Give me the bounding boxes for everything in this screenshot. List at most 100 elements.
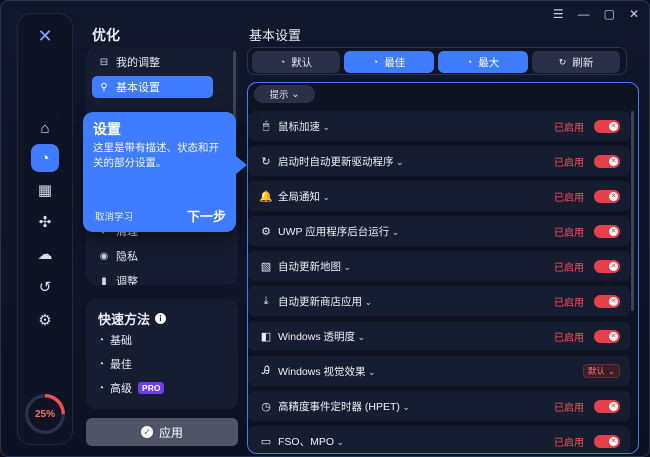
check-icon: ✓: [140, 426, 153, 438]
setting-dropdown[interactable]: 默认 ⌄: [582, 364, 620, 378]
menu-item-basic-settings[interactable]: ⚲ 基本设置: [92, 76, 213, 98]
home-icon[interactable]: ⌂: [31, 114, 59, 142]
menu-item-label: 我的调整: [116, 57, 160, 69]
setting-label[interactable]: UWP 应用程序后台运行: [278, 224, 399, 239]
maximize-icon[interactable]: ▢: [604, 7, 615, 21]
setting-row: ▧ 自动更新地图 已启用 ✕: [248, 251, 630, 281]
gear-icon[interactable]: ⚙: [31, 306, 59, 334]
fan-icon[interactable]: ✣: [31, 208, 59, 236]
chevron-down-icon: ⌄: [607, 365, 615, 376]
close-icon[interactable]: ✕: [629, 7, 639, 21]
skip-tutorial-link[interactable]: 取消学习: [95, 209, 133, 223]
close-icon: ✕: [609, 296, 618, 306]
setting-toggle[interactable]: ✕: [594, 189, 620, 203]
setting-status: 已启用: [554, 262, 584, 274]
tooltip-description: 这里是带有描述、状态和开关的部分设置。: [93, 142, 219, 169]
logo-icon: ✕: [37, 26, 53, 46]
next-step-button[interactable]: 下一步: [187, 206, 226, 225]
preset-best-button[interactable]: ◔ 最佳: [344, 51, 434, 73]
list-scrollbar[interactable]: [631, 111, 634, 311]
setting-label[interactable]: 自动更新商店应用: [278, 294, 372, 309]
hint-dropdown[interactable]: 提示 ⌄: [254, 85, 315, 103]
apply-button[interactable]: ✓ 应用: [86, 418, 238, 446]
setting-label[interactable]: 高精度事件定时器 (HPET): [278, 399, 410, 414]
history-icon[interactable]: ↺: [31, 273, 59, 301]
transparency-icon: ◧: [260, 330, 272, 343]
menu-item-adjust[interactable]: ▮ 调整: [92, 270, 213, 286]
setting-toggle[interactable]: ✕: [594, 224, 620, 238]
section-title: 优化: [92, 27, 120, 43]
setting-status: 已启用: [554, 192, 584, 204]
preset-default-button[interactable]: ◔ 默认: [252, 51, 340, 73]
close-icon: ✕: [609, 191, 618, 201]
refresh-icon: ↻: [558, 56, 567, 67]
menu-item-label: 基本设置: [116, 82, 160, 94]
preset-refresh-button[interactable]: ↻ 刷新: [532, 51, 620, 73]
close-icon: ✕: [609, 436, 618, 446]
gauge-icon: ◔: [98, 334, 105, 346]
apply-label: 应用: [158, 425, 183, 440]
apps-grid-icon[interactable]: ▦: [31, 176, 59, 204]
setting-row: 🔔 全局通知 已启用 ✕: [248, 181, 630, 211]
page-title: 基本设置: [249, 28, 302, 43]
onboarding-tooltip: 设置 这里是带有描述、状态和开关的部分设置。 取消学习 下一步: [83, 112, 247, 232]
quick-method-best[interactable]: ◔ 最佳: [98, 356, 132, 372]
menu-icon[interactable]: ☰: [553, 7, 564, 21]
bell-icon: 🔔: [259, 190, 273, 203]
close-icon: ✕: [609, 331, 618, 341]
preset-max-button[interactable]: ◔ 最大: [438, 51, 528, 73]
preset-label: 刷新: [572, 56, 594, 69]
quick-methods-panel: 快速方法 i ◔ 基础 ◔ 最佳 ◔ 高级 PRO: [86, 299, 238, 409]
setting-row: ▭ FSO、MPO 已启用 ✕: [248, 426, 630, 453]
close-icon: ✕: [609, 401, 618, 411]
adjust-icon: ▮: [101, 275, 107, 286]
setting-label[interactable]: FSO、MPO: [278, 434, 344, 449]
setting-label[interactable]: 全局通知: [278, 189, 330, 204]
speed-gauge-icon[interactable]: ◔: [31, 144, 59, 172]
setting-toggle[interactable]: ✕: [594, 399, 620, 413]
setting-toggle[interactable]: ✕: [594, 329, 620, 343]
hint-label: 提示: [269, 90, 289, 101]
gauge-icon: ◔: [98, 382, 105, 394]
setting-label[interactable]: Windows 透明度: [278, 329, 365, 344]
preset-label: 最佳: [384, 56, 406, 69]
close-icon: ✕: [609, 156, 618, 166]
wrench-icon: ⚲: [100, 81, 108, 93]
setting-label[interactable]: Windows 视觉效果: [278, 364, 376, 379]
setting-status: 已启用: [554, 402, 584, 414]
quick-method-label: 基础: [110, 335, 133, 347]
setting-label[interactable]: 自动更新地图: [278, 259, 351, 274]
setting-row: ↻ 启动时自动更新驱动程序 已启用 ✕: [248, 146, 630, 176]
menu-item-privacy[interactable]: ◉ 隐私: [92, 245, 213, 267]
setting-label[interactable]: 鼠标加速: [278, 119, 330, 134]
setting-status: 已启用: [554, 157, 584, 169]
setting-row: ⚙ UWP 应用程序后台运行 已启用 ✕: [248, 216, 630, 246]
setting-toggle[interactable]: ✕: [594, 294, 620, 308]
close-icon: ✕: [609, 226, 618, 236]
gauge-icon: ◔: [98, 358, 105, 370]
setting-toggle[interactable]: ✕: [594, 434, 620, 448]
menu-item-my-tweaks[interactable]: ⊟ 我的调整: [92, 51, 213, 73]
minimize-icon[interactable]: —: [578, 7, 590, 21]
display-icon: ▭: [260, 435, 272, 448]
setting-row: 🖱 鼠标加速 已启用 ✕: [248, 111, 630, 141]
visual-effects-icon: Ꭿ: [262, 364, 270, 377]
timer-icon: ◷: [261, 400, 271, 413]
setting-status: 已启用: [554, 437, 584, 449]
quick-methods-title: 快速方法 i: [98, 309, 167, 328]
setting-toggle[interactable]: ✕: [594, 259, 620, 273]
setting-label[interactable]: 启动时自动更新驱动程序: [278, 154, 404, 169]
privacy-icon: ◉: [99, 250, 109, 262]
setting-toggle[interactable]: ✕: [594, 119, 620, 133]
quick-method-basic[interactable]: ◔ 基础: [98, 332, 132, 348]
window-controls: ☰ — ▢ ✕: [553, 7, 639, 21]
cloud-upload-icon[interactable]: ☁: [31, 240, 59, 268]
setting-toggle[interactable]: ✕: [594, 154, 620, 168]
gauge-icon: ◔: [372, 57, 379, 67]
download-icon: ⤓: [263, 294, 269, 307]
info-icon[interactable]: i: [155, 313, 167, 324]
setting-row: ◷ 高精度事件定时器 (HPET) 已启用 ✕: [248, 391, 630, 421]
quick-method-advanced[interactable]: ◔ 高级 PRO: [98, 380, 165, 396]
chevron-down-icon: ⌄: [291, 88, 300, 100]
quick-method-label: 高级: [110, 383, 133, 395]
